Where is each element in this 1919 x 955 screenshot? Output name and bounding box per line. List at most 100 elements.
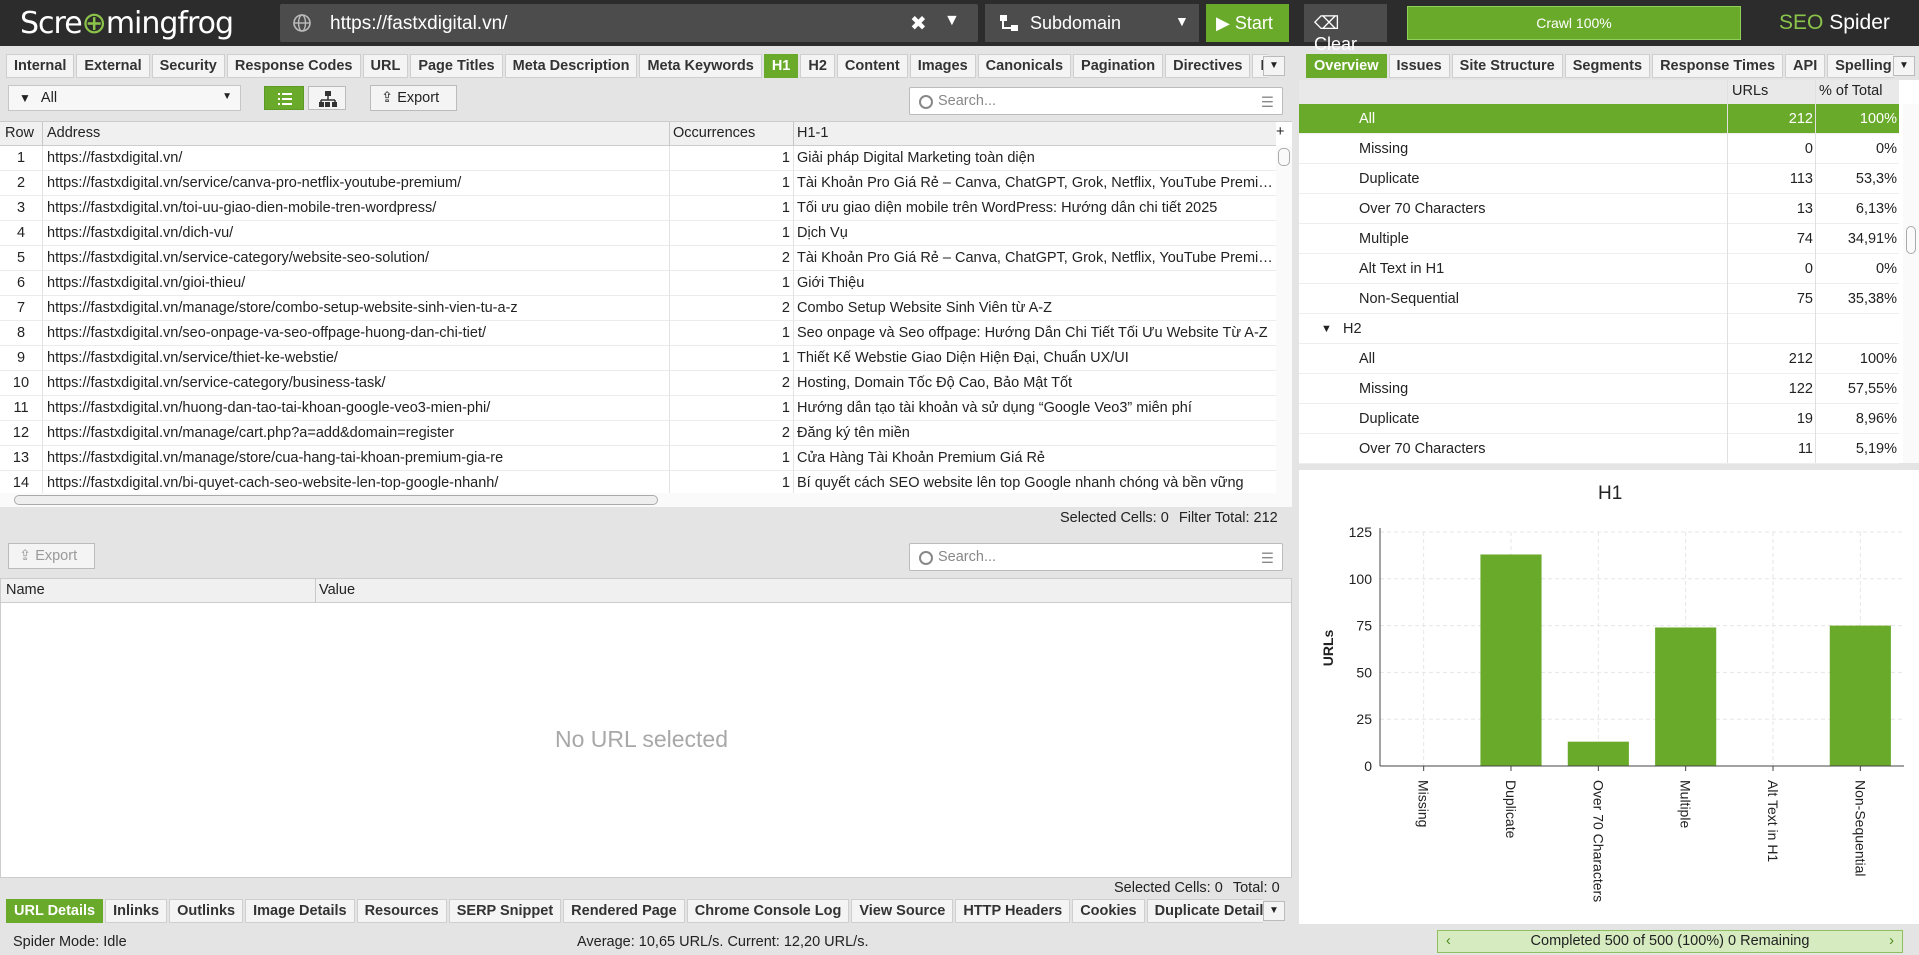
table-row[interactable]: 13 https://fastxdigital.vn/manage/store/c…: [0, 446, 1276, 471]
tab-meta-keywords[interactable]: Meta Keywords: [639, 54, 762, 78]
bottom-tab-duplicate-details[interactable]: Duplicate Details: [1146, 899, 1263, 923]
detail-search-input[interactable]: Search... ☰: [909, 543, 1283, 571]
chevron-right-icon[interactable]: ›: [1889, 933, 1894, 949]
overview-row-missing[interactable]: Missing 122 57,55%: [1299, 374, 1899, 404]
overview-group-h2[interactable]: ▼ H2: [1299, 314, 1899, 344]
bottom-tab-serp-snippet[interactable]: SERP Snippet: [448, 899, 562, 923]
right-tab-site-structure[interactable]: Site Structure: [1451, 54, 1563, 78]
right-tab-overview[interactable]: Overview: [1306, 54, 1387, 78]
tab-external[interactable]: External: [76, 54, 150, 78]
main-tabs-overflow-button[interactable]: ▼: [1263, 56, 1285, 76]
bottom-tab-outlinks[interactable]: Outlinks: [169, 899, 244, 923]
search-options-icon[interactable]: ☰: [1261, 551, 1274, 567]
tab-response-codes[interactable]: Response Codes: [226, 54, 361, 78]
tab-page-titles[interactable]: Page Titles: [410, 54, 503, 78]
tab-pagination[interactable]: Pagination: [1073, 54, 1164, 78]
tab-canonicals[interactable]: Canonicals: [977, 54, 1072, 78]
address-cell: https://fastxdigital.vn/huong-dan-tao-ta…: [47, 400, 491, 416]
bottom-tab-rendered-page[interactable]: Rendered Page: [563, 899, 685, 923]
table-row[interactable]: 7 https://fastxdigital.vn/manage/store/co…: [0, 296, 1276, 321]
tab-directives[interactable]: Directives: [1165, 54, 1251, 78]
tab-content[interactable]: Content: [836, 54, 908, 78]
table-row[interactable]: 2 https://fastxdigital.vn/service/canva-p…: [0, 171, 1276, 196]
table-row[interactable]: 12 https://fastxdigital.vn/manage/cart.ph…: [0, 421, 1276, 446]
scrollbar-thumb[interactable]: [14, 495, 658, 505]
bottom-tab-http-headers[interactable]: HTTP Headers: [955, 899, 1071, 923]
tab-images[interactable]: Images: [909, 54, 976, 78]
right-tab-issues[interactable]: Issues: [1388, 54, 1450, 78]
url-history-dropdown-icon[interactable]: ▼: [944, 12, 960, 30]
start-button[interactable]: ▶ Start: [1206, 4, 1289, 42]
clear-url-icon[interactable]: ✖: [910, 11, 927, 36]
bottom-tabs-overflow-button[interactable]: ▼: [1263, 901, 1285, 921]
overview-row-all[interactable]: All 212 100%: [1299, 104, 1899, 134]
overview-row-duplicate[interactable]: Duplicate 113 53,3%: [1299, 164, 1899, 194]
col-header-address[interactable]: Address: [47, 125, 100, 141]
table-row[interactable]: 8 https://fastxdigital.vn/seo-onpage-va-s…: [0, 321, 1276, 346]
col-header-value[interactable]: Value: [319, 582, 355, 598]
add-column-icon[interactable]: +: [1276, 124, 1284, 140]
overview-row-over-70-characters[interactable]: Over 70 Characters 13 6,13%: [1299, 194, 1899, 224]
h1-cell: Dịch Vụ: [797, 225, 848, 241]
bottom-tab-view-source[interactable]: View Source: [851, 899, 954, 923]
horizontal-scrollbar[interactable]: [0, 493, 1292, 507]
table-row[interactable]: 9 https://fastxdigital.vn/service/thiet-k…: [0, 346, 1276, 371]
overview-row-multiple[interactable]: Multiple 74 34,91%: [1299, 224, 1899, 254]
right-tab-segments[interactable]: Segments: [1564, 54, 1651, 78]
detail-export-button[interactable]: ⇪ Export: [8, 543, 95, 569]
eraser-icon: ⌫: [1314, 13, 1340, 33]
bottom-tab-cookies[interactable]: Cookies: [1072, 899, 1145, 923]
right-tab-response-times[interactable]: Response Times: [1652, 54, 1784, 78]
overview-row-non-sequential[interactable]: Non-Sequential 75 35,38%: [1299, 284, 1899, 314]
list-view-button[interactable]: [264, 86, 304, 110]
export-button[interactable]: ⇪ Export: [370, 85, 457, 111]
table-row[interactable]: 6 https://fastxdigital.vn/gioi-thieu/1 Giớ…: [0, 271, 1276, 296]
url-input[interactable]: https://fastxdigital.vn/ ✖ ▼: [280, 4, 978, 42]
tab-h1[interactable]: H1: [763, 54, 799, 78]
tab-security[interactable]: Security: [151, 54, 225, 78]
vertical-scrollbar[interactable]: [1276, 146, 1292, 493]
tab-url[interactable]: URL: [362, 54, 409, 78]
overview-row-alt-text-in-h1[interactable]: Alt Text in H1 0 0%: [1299, 254, 1899, 284]
expand-arrow-icon[interactable]: ▼: [1321, 323, 1332, 335]
table-row[interactable]: 5 https://fastxdigital.vn/service-categor…: [0, 246, 1276, 271]
tab-meta-description[interactable]: Meta Description: [504, 54, 638, 78]
overview-scrollbar[interactable]: [1903, 104, 1919, 463]
bottom-tab-chrome-console-log[interactable]: Chrome Console Log: [686, 899, 850, 923]
clear-label: Clear: [1314, 34, 1358, 54]
crawl-mode-select[interactable]: Subdomain ▼: [985, 4, 1199, 42]
table-row[interactable]: 10 https://fastxdigital.vn/service-catego…: [0, 371, 1276, 396]
col-header-h1[interactable]: H1-1: [797, 125, 828, 141]
col-header-occurrences[interactable]: Occurrences: [673, 125, 755, 141]
chevron-left-icon[interactable]: ‹: [1446, 933, 1451, 949]
table-row[interactable]: 3 https://fastxdigital.vn/toi-uu-giao-die…: [0, 196, 1276, 221]
right-tab-api[interactable]: API: [1785, 54, 1826, 78]
table-row[interactable]: 11 https://fastxdigital.vn/huong-dan-tao-…: [0, 396, 1276, 421]
tab-h2[interactable]: H2: [800, 54, 835, 78]
url-text[interactable]: https://fastxdigital.vn/: [330, 13, 507, 35]
table-row[interactable]: 4 https://fastxdigital.vn/dich-vu/1 Dịch V…: [0, 221, 1276, 246]
col-header-name[interactable]: Name: [6, 582, 45, 598]
overview-row-missing[interactable]: Missing 0 0%: [1299, 134, 1899, 164]
overview-row-over-70-characters[interactable]: Over 70 Characters 11 5,19%: [1299, 434, 1899, 464]
clear-button[interactable]: ⌫ Clear: [1304, 4, 1387, 54]
overview-row-duplicate[interactable]: Duplicate 19 8,96%: [1299, 404, 1899, 434]
bottom-tab-resources[interactable]: Resources: [356, 899, 447, 923]
col-header-urls[interactable]: URLs: [1732, 83, 1768, 99]
tree-view-button[interactable]: [308, 86, 346, 110]
filter-icon: ▼: [19, 91, 31, 105]
tab-internal[interactable]: Internal: [6, 54, 75, 78]
bottom-tab-inlinks[interactable]: Inlinks: [105, 899, 168, 923]
search-options-icon[interactable]: ☰: [1261, 95, 1274, 111]
table-row[interactable]: 14 https://fastxdigital.vn/bi-quyet-cach-…: [0, 471, 1276, 493]
col-header-row[interactable]: Row: [5, 125, 34, 141]
search-input[interactable]: Search... ☰: [909, 87, 1283, 115]
col-header-pct[interactable]: % of Total: [1819, 83, 1882, 99]
right-tab-spelling[interactable]: Spelling &: [1827, 54, 1894, 78]
filter-select[interactable]: ▼ All ▼: [8, 85, 241, 111]
right-tabs-overflow-button[interactable]: ▼: [1893, 56, 1915, 76]
bottom-tab-image-details[interactable]: Image Details: [245, 899, 355, 923]
bottom-tab-url-details[interactable]: URL Details: [6, 899, 104, 923]
overview-row-all[interactable]: All 212 100%: [1299, 344, 1899, 374]
table-row[interactable]: 1 https://fastxdigital.vn/1 Giải pháp Digi…: [0, 146, 1276, 171]
